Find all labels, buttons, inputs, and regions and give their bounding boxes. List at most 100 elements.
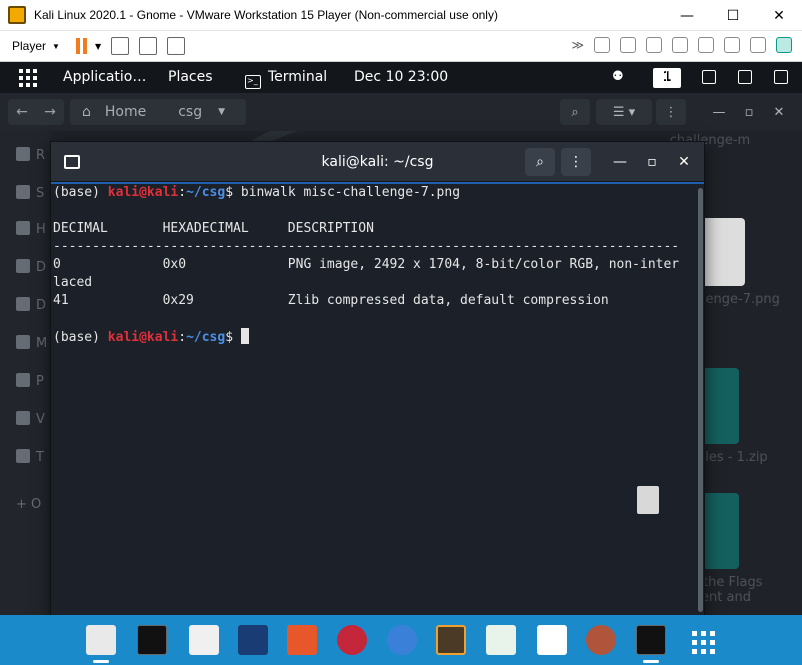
maximize-button[interactable]: ☐	[710, 0, 756, 31]
hard-disk-icon[interactable]	[594, 37, 610, 53]
sidebar-item-videos[interactable]: V	[16, 411, 50, 431]
sidebar-item-recent[interactable]: R	[16, 147, 50, 167]
volume-icon[interactable]	[738, 70, 752, 84]
scrollbar-thumb[interactable]	[698, 188, 703, 612]
player-menu[interactable]: Player ▼	[12, 39, 60, 53]
maltego-icon[interactable]	[586, 625, 616, 655]
document-icon[interactable]	[537, 625, 567, 655]
send-ctrl-alt-del-icon[interactable]	[111, 37, 130, 55]
terminal-menu-icon[interactable]: ⋮	[561, 148, 591, 176]
terminal-scrollbar[interactable]	[696, 184, 704, 616]
output-row-41: 41 0x29 Zlib compressed data, default co…	[53, 293, 609, 308]
path-csg[interactable]: csg	[178, 104, 202, 120]
screen-icon[interactable]	[666, 70, 680, 84]
cherrytree-icon[interactable]	[337, 625, 367, 655]
terminal-icon-2[interactable]	[636, 625, 666, 655]
terminal-search-icon[interactable]: ⌕	[525, 148, 555, 176]
message-icon[interactable]	[776, 37, 792, 53]
app-grid-icon[interactable]	[686, 625, 716, 655]
sidebar-item-pictures[interactable]: P	[16, 373, 50, 393]
video-icon	[16, 411, 30, 425]
document-icon	[16, 259, 30, 273]
output-header: DECIMAL HEXADECIMAL DESCRIPTION	[53, 221, 374, 236]
cd-drive-icon[interactable]	[620, 37, 636, 53]
chromium-icon[interactable]	[387, 625, 417, 655]
network-icon[interactable]	[702, 70, 716, 84]
picture-icon	[16, 373, 30, 387]
fit-guest-icon[interactable]	[139, 37, 158, 55]
current-prompt-line: (base) kali@kali:~/csg$	[53, 328, 249, 347]
camera-icon[interactable]	[750, 37, 766, 53]
output-row-0-wrap: laced	[53, 275, 93, 290]
show-apps-grid-icon[interactable]	[19, 69, 37, 87]
view-options-icon[interactable]: ☰ ▾	[596, 99, 652, 125]
path-home[interactable]: Home	[105, 104, 146, 120]
pause-menu-caret-icon[interactable]: ▼	[95, 42, 101, 51]
files-path-bar: ⌂ Home csg ▼	[70, 99, 246, 125]
places-menu[interactable]: Places	[168, 69, 213, 85]
command-line: (base) kali@kali:~/csg$ binwalk misc-cha…	[53, 185, 461, 200]
terminal-icon[interactable]	[137, 625, 167, 655]
terminal-minimize-icon[interactable]: —	[605, 148, 635, 176]
sidebar-item-downloads[interactable]: D	[16, 297, 50, 317]
sidebar-item-music[interactable]: M	[16, 335, 50, 355]
terminal-maximize-icon[interactable]: ▫	[637, 148, 667, 176]
star-icon	[16, 185, 30, 199]
terminal-header-bar: kali@kali: ~/csg ⌕ ⋮ — ▫ ✕	[51, 142, 704, 182]
files-icon[interactable]	[86, 625, 116, 655]
expand-chevrons-icon[interactable]: ≫	[571, 38, 584, 52]
files-minimize-icon[interactable]: —	[704, 99, 734, 125]
sidebar-item-starred[interactable]: S	[16, 185, 50, 205]
spreadsheet-icon[interactable]	[486, 625, 516, 655]
path-menu-caret-icon[interactable]: ▼	[218, 107, 225, 117]
floating-document-icon	[637, 486, 659, 514]
vmware-window-title: Kali Linux 2020.1 - Gnome - VMware Works…	[34, 8, 498, 22]
minimize-button[interactable]: —	[664, 0, 710, 31]
gnome-top-bar: Applicatio… Places >_ Terminal Dec 10 23:…	[0, 62, 802, 93]
text-cursor	[240, 328, 249, 344]
prompt-user: kali@kali	[107, 185, 179, 200]
camera-indicator-icon: ⚉	[612, 69, 624, 84]
files-search-icon[interactable]: ⌕	[560, 99, 590, 125]
files-menu-icon[interactable]: ⋮	[656, 99, 686, 125]
power-icon[interactable]	[774, 70, 788, 84]
back-arrow-icon[interactable]: ←	[16, 104, 28, 120]
running-indicator	[93, 660, 109, 663]
close-button[interactable]: ✕	[756, 0, 802, 31]
sidebar-item-other-locations[interactable]: + O	[16, 497, 50, 517]
terminal-output[interactable]: (base) kali@kali:~/csg$ binwalk misc-cha…	[51, 184, 696, 616]
trash-icon	[16, 449, 30, 463]
sidebar-item-trash[interactable]: T	[16, 449, 50, 469]
files-close-icon[interactable]: ✕	[764, 99, 794, 125]
sound-icon[interactable]	[698, 37, 714, 53]
applications-menu[interactable]: Applicatio…	[63, 69, 146, 85]
sublime-icon[interactable]	[436, 625, 466, 655]
command-text: binwalk misc-challenge-7.png	[240, 185, 461, 200]
sidebar-item-home[interactable]: H	[16, 221, 50, 241]
sidebar-item-documents[interactable]: D	[16, 259, 50, 279]
network-adapter-icon[interactable]	[646, 37, 662, 53]
terminal-close-icon[interactable]: ✕	[669, 148, 699, 176]
terminal-app-menu[interactable]: >_ Terminal	[245, 69, 327, 89]
output-row-0: 0 0x0 PNG image, 2492 x 1704, 8-bit/colo…	[53, 257, 680, 272]
screen: Kali Linux 2020.1 - Gnome - VMware Works…	[0, 0, 802, 665]
unity-icon[interactable]	[167, 37, 186, 55]
forward-arrow-icon[interactable]: →	[44, 104, 56, 120]
running-indicator-2	[643, 660, 659, 663]
files-nav-buttons: ← →	[8, 99, 64, 125]
music-icon	[16, 335, 30, 349]
usb-icon[interactable]	[672, 37, 688, 53]
text-editor-icon[interactable]	[189, 625, 219, 655]
files-maximize-icon[interactable]: ▫	[734, 99, 764, 125]
metasploit-icon[interactable]	[238, 625, 268, 655]
pause-icon[interactable]	[75, 38, 87, 54]
download-icon	[16, 297, 30, 311]
printer-icon[interactable]	[724, 37, 740, 53]
clock[interactable]: Dec 10 23:00	[354, 69, 448, 85]
vmware-title-bar: Kali Linux 2020.1 - Gnome - VMware Works…	[0, 0, 802, 31]
home-icon[interactable]: ⌂	[82, 104, 91, 120]
player-label: Player	[12, 39, 47, 53]
files-sidebar: R S H D D M P V T + O	[0, 131, 50, 615]
vmware-icon	[8, 6, 26, 24]
burpsuite-icon[interactable]	[287, 625, 317, 655]
